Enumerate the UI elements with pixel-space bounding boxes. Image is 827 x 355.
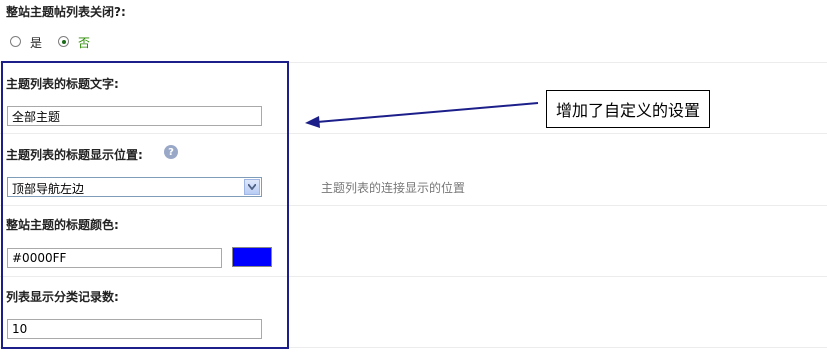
radio-no-circle[interactable] — [58, 36, 69, 47]
annotation-highlight-box — [1, 61, 289, 349]
radio-yes-label[interactable]: 是 — [30, 34, 42, 51]
radio-no-label[interactable]: 否 — [78, 34, 90, 51]
radio-no[interactable] — [58, 36, 70, 48]
radio-yes-circle[interactable] — [10, 36, 21, 47]
radio-yes[interactable] — [10, 36, 22, 48]
annotation-callout: 增加了自定义的设置 — [546, 90, 711, 128]
annotation-arrow — [305, 102, 539, 128]
close-list-label: 整站主题帖列表关闭?: — [6, 5, 126, 19]
title-position-hint: 主题列表的连接显示的位置 — [321, 181, 466, 195]
